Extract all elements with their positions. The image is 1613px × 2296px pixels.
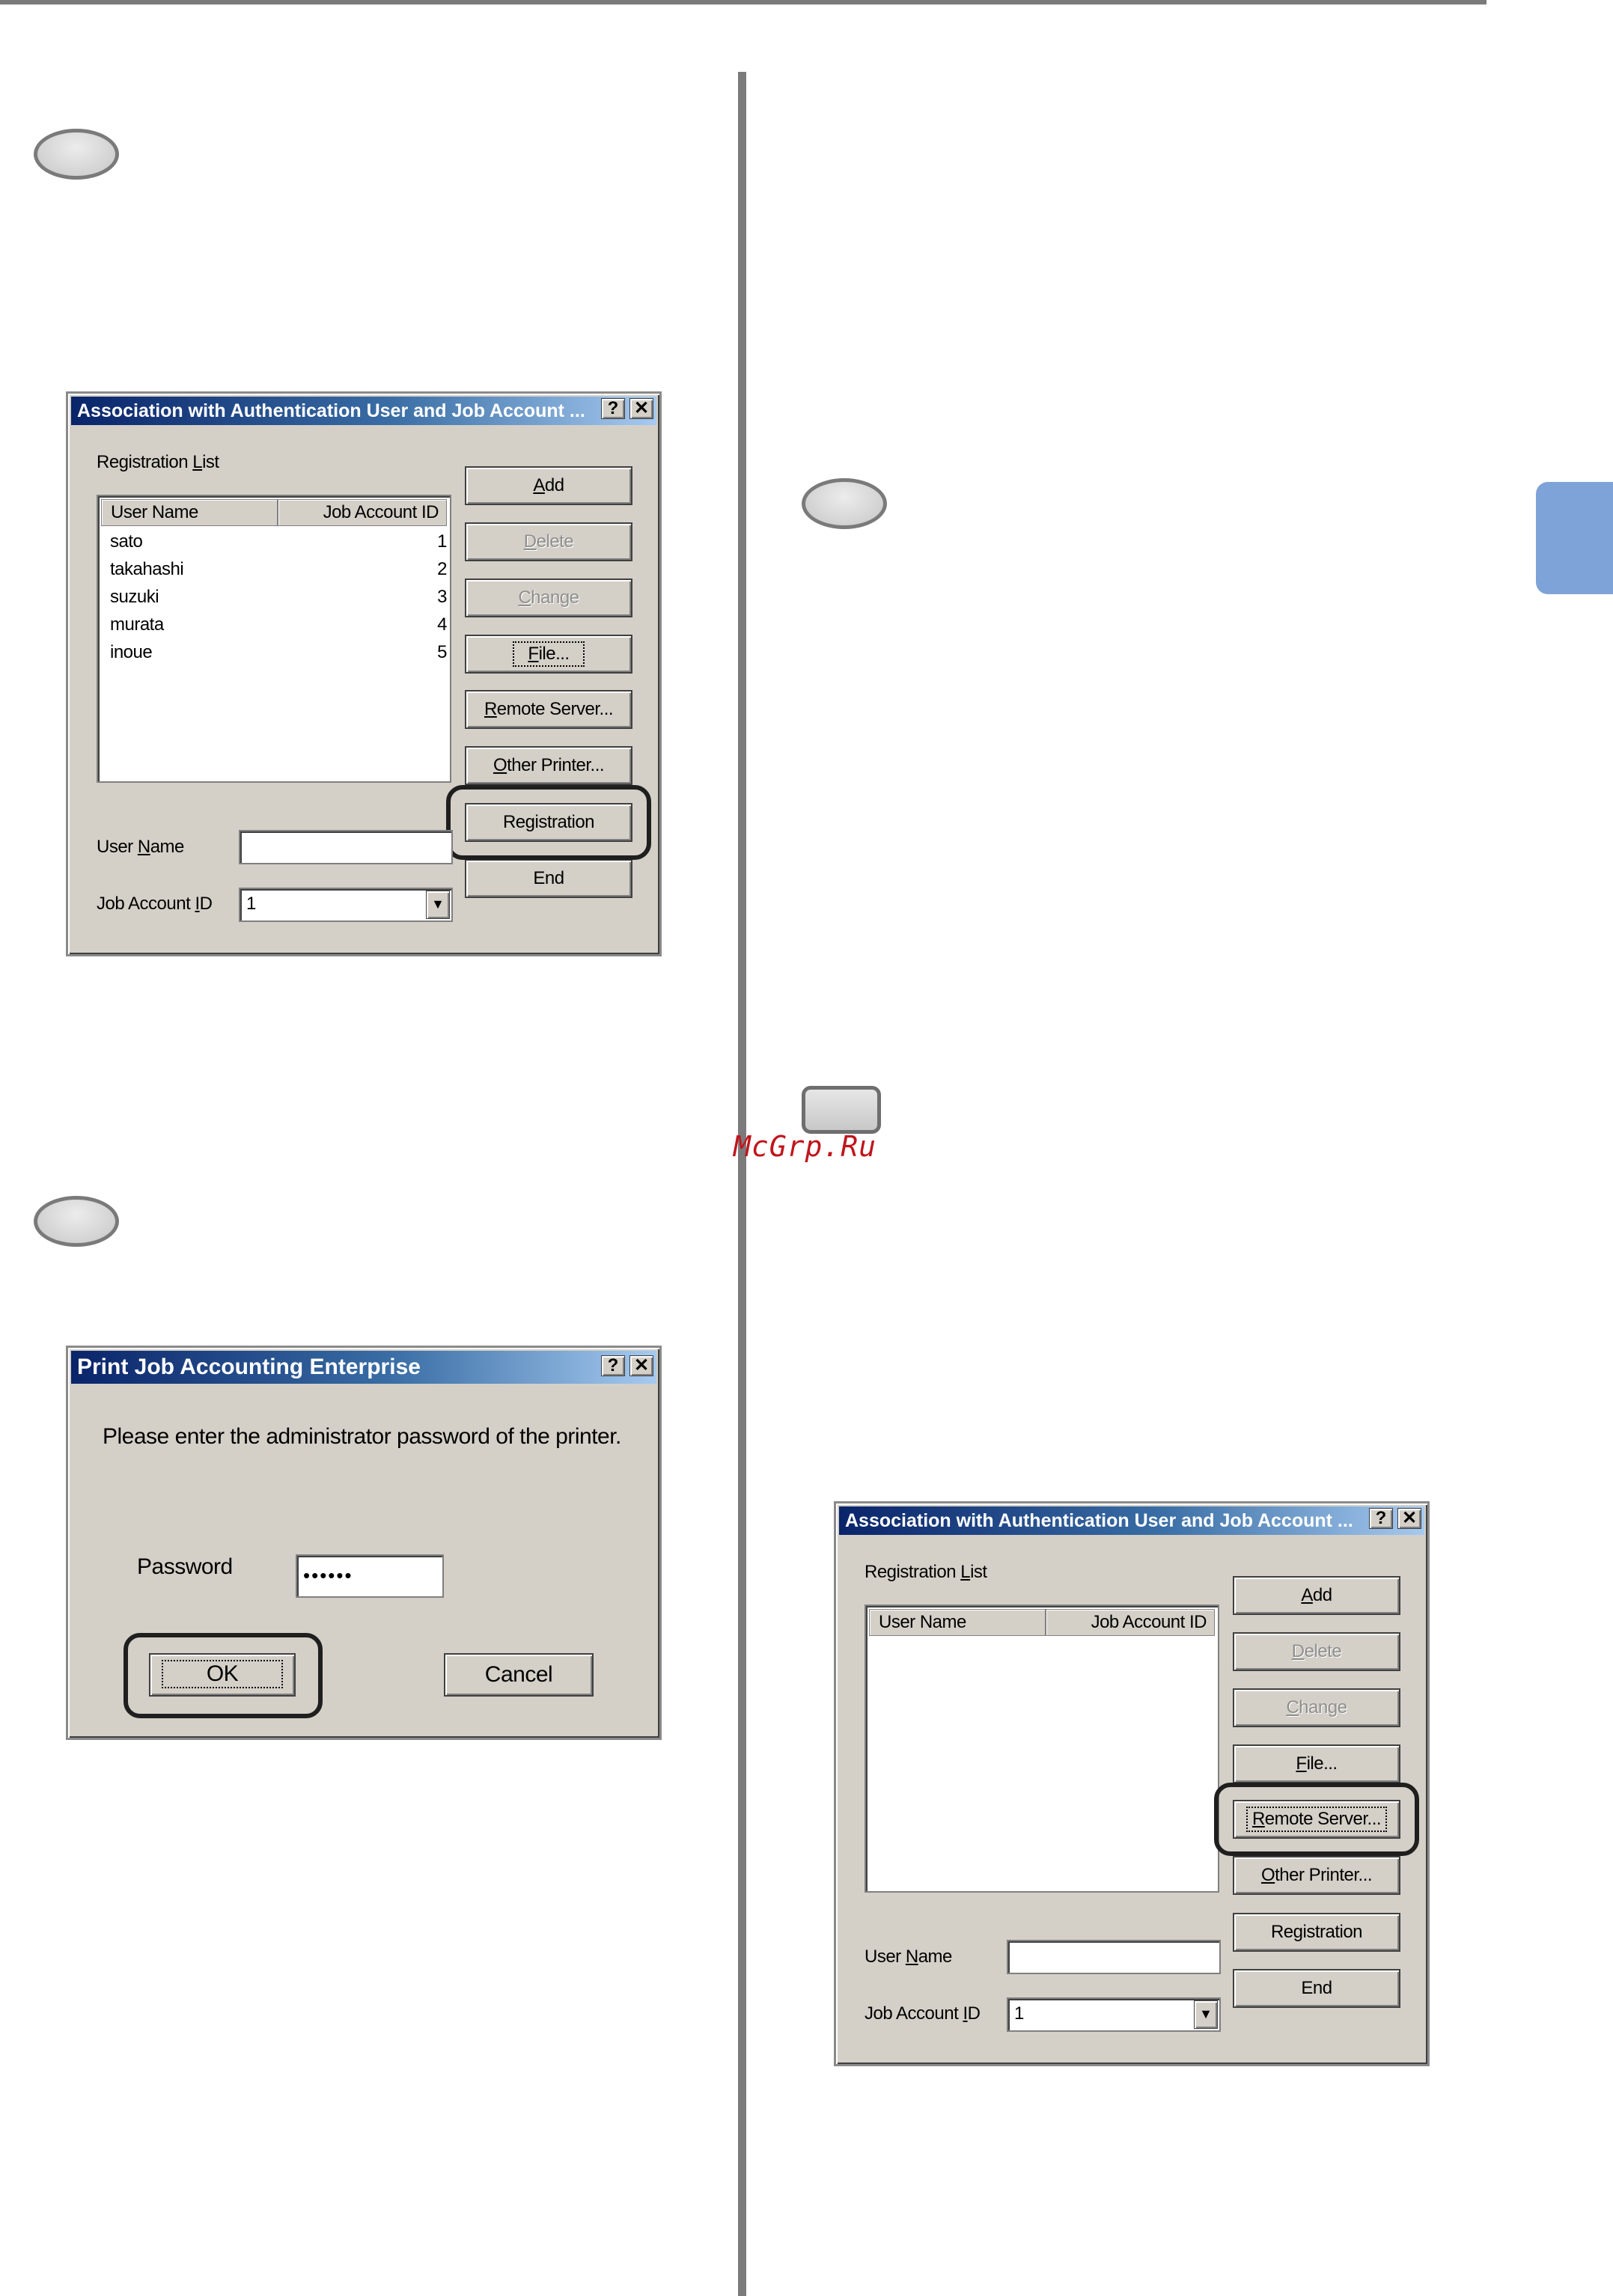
password-label: Password — [137, 1554, 233, 1579]
association-dialog: Association with Authentication User and… — [834, 1501, 1430, 2066]
top-rule — [0, 0, 1487, 4]
close-button[interactable]: ✕ — [629, 398, 653, 419]
close-button[interactable]: ✕ — [629, 1355, 653, 1376]
highlight-box — [124, 1633, 323, 1718]
list-item[interactable]: sato 1 — [110, 528, 448, 555]
chevron-down-icon[interactable]: ▼ — [426, 891, 450, 919]
remote-server-button[interactable]: Remote Server... — [465, 690, 632, 729]
job-account-id-select[interactable]: 1 ▼ — [1007, 1997, 1221, 2032]
list-item[interactable]: murata 4 — [110, 611, 448, 638]
chapter-tab — [1536, 482, 1613, 594]
password-field[interactable]: •••••• — [296, 1554, 444, 1598]
job-account-id-label: Job Account ID — [97, 894, 213, 914]
file-button[interactable]: File... — [1233, 1744, 1400, 1783]
end-button[interactable]: End — [1233, 1969, 1400, 2008]
highlight-box — [446, 785, 651, 860]
job-account-id-label: Job Account ID — [865, 2003, 981, 2024]
step-badge — [802, 478, 887, 529]
list-item[interactable]: takahashi 2 — [110, 555, 448, 583]
step-badge — [34, 129, 119, 180]
column-header-user-name[interactable]: User Name — [101, 499, 278, 526]
column-divider — [738, 72, 746, 2296]
list-item[interactable]: suzuki 3 — [110, 583, 448, 611]
user-name-label: User Name — [97, 837, 184, 857]
list-item[interactable]: inoue 5 — [110, 638, 448, 666]
association-dialog: Association with Authentication User and… — [66, 391, 662, 956]
step-badge — [34, 1196, 119, 1247]
dialog-title: Print Job Accounting Enterprise — [71, 1351, 656, 1384]
file-button[interactable]: File... — [465, 635, 632, 674]
column-header-user-name[interactable]: User Name — [869, 1609, 1046, 1636]
change-button[interactable]: Change — [1233, 1688, 1400, 1727]
registration-list-label: Registration List — [97, 452, 219, 472]
user-name-field[interactable] — [1007, 1940, 1221, 1974]
password-dialog: Print Job Accounting Enterprise ? ✕ Plea… — [66, 1346, 662, 1740]
cancel-button[interactable]: Cancel — [444, 1653, 594, 1697]
message-text: Please enter the administrator password … — [103, 1424, 621, 1449]
end-button[interactable]: End — [465, 859, 632, 898]
user-name-label: User Name — [865, 1947, 952, 1967]
registration-list[interactable]: User Name Job Account ID — [865, 1605, 1219, 1893]
column-header-job-account-id[interactable]: Job Account ID — [1046, 1609, 1215, 1636]
registration-list-label: Registration List — [865, 1562, 987, 1582]
other-printer-button[interactable]: Other Printer... — [465, 746, 632, 785]
registration-list[interactable]: User Name Job Account ID sato 1 takahashi… — [97, 495, 451, 783]
chevron-down-icon[interactable]: ▼ — [1194, 2000, 1218, 2029]
job-account-id-value: 1 — [246, 894, 257, 914]
dialog-title: Association with Authentication User and… — [71, 397, 656, 425]
delete-button[interactable]: Delete — [1233, 1632, 1400, 1671]
job-account-id-select[interactable]: 1 ▼ — [239, 888, 453, 922]
registration-button[interactable]: Registration — [1233, 1913, 1400, 1952]
job-account-id-value: 1 — [1014, 2003, 1025, 2024]
dialog-title: Association with Authentication User and… — [839, 1506, 1424, 1535]
add-button[interactable]: Add — [1233, 1576, 1400, 1615]
column-header-job-account-id[interactable]: Job Account ID — [278, 499, 447, 526]
help-button[interactable]: ? — [601, 398, 625, 419]
user-name-field[interactable] — [239, 830, 453, 864]
help-button[interactable]: ? — [601, 1355, 625, 1376]
other-printer-button[interactable]: Other Printer... — [1233, 1856, 1400, 1895]
delete-button[interactable]: Delete — [465, 522, 632, 561]
help-button[interactable]: ? — [1369, 1508, 1393, 1529]
add-button[interactable]: Add — [465, 466, 632, 505]
watermark: McGrp.Ru — [734, 1130, 877, 1163]
close-button[interactable]: ✕ — [1397, 1508, 1421, 1529]
change-button[interactable]: Change — [465, 578, 632, 617]
note-badge — [802, 1086, 881, 1134]
highlight-box — [1214, 1783, 1419, 1856]
